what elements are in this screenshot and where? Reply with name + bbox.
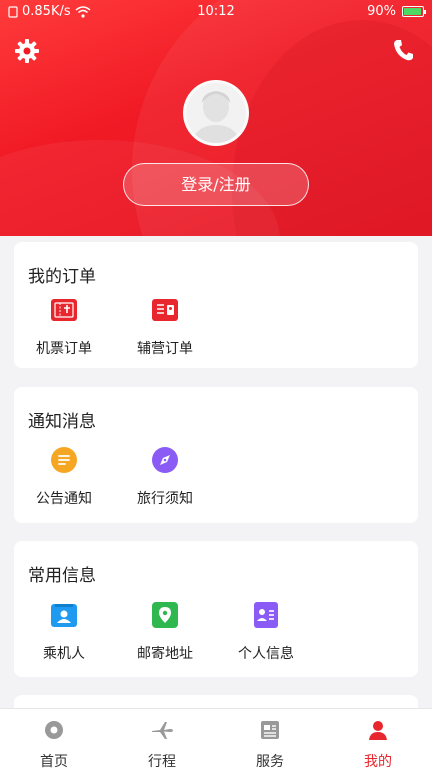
battery-percent: 90% — [367, 4, 396, 19]
tab-services[interactable]: 服务 — [216, 709, 324, 768]
flight-orders-item[interactable]: 机票订单 — [14, 296, 114, 358]
plane-icon — [152, 722, 173, 739]
battery-icon — [402, 6, 426, 17]
settings-gear-icon[interactable] — [14, 38, 40, 64]
notices-title: 通知消息 — [28, 412, 96, 432]
ticket-icon — [51, 299, 77, 321]
profile-header: 0.85K/s 10:12 90% 登录/注册 — [0, 0, 432, 236]
orders-title: 我的订单 — [28, 267, 96, 287]
bottom-tab-bar: 首页 行程 服务 我的 — [0, 708, 432, 768]
mailing-address-label: 邮寄地址 — [137, 646, 193, 662]
user-icon — [369, 721, 387, 740]
mailing-address-item[interactable]: 邮寄地址 — [115, 601, 215, 663]
profile-icon — [254, 602, 278, 628]
tab-home[interactable]: 首页 — [0, 709, 108, 768]
login-register-button[interactable]: 登录/注册 — [123, 163, 309, 206]
passenger-label: 乘机人 — [43, 646, 85, 662]
announcement-icon — [51, 447, 77, 473]
tab-mine-label: 我的 — [364, 754, 392, 768]
tab-services-label: 服务 — [256, 754, 284, 768]
travel-notice-item[interactable]: 旅行须知 — [115, 446, 215, 508]
travel-notice-label: 旅行须知 — [137, 491, 193, 507]
tab-trips-label: 行程 — [148, 754, 176, 768]
home-icon — [45, 721, 63, 739]
passenger-icon — [51, 604, 77, 627]
notices-card: 通知消息 公告通知 旅行须知 — [14, 387, 418, 523]
service-icon — [261, 721, 279, 739]
tab-trips[interactable]: 行程 — [108, 709, 216, 768]
avatar[interactable] — [183, 80, 249, 146]
ancillary-icon — [152, 299, 178, 321]
status-bar: 0.85K/s 10:12 90% — [0, 0, 432, 24]
ancillary-orders-item[interactable]: 辅营订单 — [115, 296, 215, 358]
common-info-card: 常用信息 乘机人 邮寄地址 个人信息 — [14, 541, 418, 677]
personal-info-label: 个人信息 — [238, 646, 294, 662]
ancillary-orders-label: 辅营订单 — [137, 341, 193, 357]
flight-orders-label: 机票订单 — [36, 341, 92, 357]
announcement-label: 公告通知 — [36, 491, 92, 507]
common-info-title: 常用信息 — [28, 566, 96, 586]
tab-mine[interactable]: 我的 — [324, 709, 432, 768]
phone-icon[interactable] — [392, 38, 414, 62]
orders-card: 我的订单 机票订单 辅营订单 — [14, 242, 418, 368]
tab-home-label: 首页 — [40, 754, 68, 768]
announcement-item[interactable]: 公告通知 — [14, 446, 114, 508]
passenger-item[interactable]: 乘机人 — [14, 601, 114, 663]
location-icon — [152, 602, 178, 628]
default-avatar-icon — [186, 83, 246, 143]
personal-info-item[interactable]: 个人信息 — [216, 601, 316, 663]
compass-icon — [152, 447, 178, 473]
